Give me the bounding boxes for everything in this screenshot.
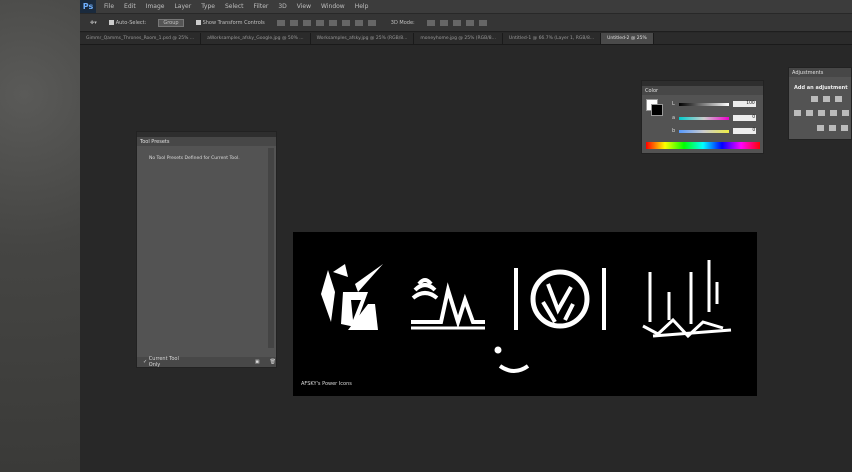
photoshop-logo: Ps <box>80 0 96 13</box>
color-spectrum[interactable] <box>646 142 760 149</box>
l-label: L <box>672 101 675 107</box>
auto-select-label: Auto-Select: <box>115 19 147 26</box>
b-label: b <box>672 128 676 134</box>
a-slider: a 0 <box>672 115 757 121</box>
menu-type[interactable]: Type <box>201 3 215 10</box>
b-value[interactable]: 0 <box>733 128 757 134</box>
doc-tab[interactable]: moneyhome.jpg @ 25% (RGB/8... <box>414 33 503 44</box>
color-panel: Color L 100 a 0 b 0 <box>641 80 764 154</box>
power-icon-2 <box>411 278 485 330</box>
group-select[interactable]: Group <box>158 18 184 27</box>
menu-help[interactable]: Help <box>355 3 369 10</box>
align-right-icon[interactable] <box>341 19 350 26</box>
brightness-icon[interactable] <box>811 96 818 102</box>
doc-tab[interactable]: Untitled-1 @ 66.7% (Layer 1, RGB/8... <box>503 33 602 44</box>
tool-presets-message: No Tool Presets Defined for Current Tool… <box>149 156 240 161</box>
menu-view[interactable]: View <box>297 3 311 10</box>
b-slider: b 0 <box>672 128 757 134</box>
a-value[interactable]: 0 <box>733 115 757 121</box>
hue-saturation-icon[interactable] <box>806 110 813 116</box>
power-icon-3 <box>514 268 606 330</box>
3d-pan-icon[interactable] <box>452 19 461 26</box>
adjustments-panel: Adjustments Add an adjustment <box>788 67 852 140</box>
tool-presets-tab[interactable]: Tool Presets <box>137 137 276 146</box>
tool-presets-panel: Tool Presets No Tool Presets Defined for… <box>136 131 277 368</box>
a-slider-bar[interactable] <box>679 116 730 120</box>
add-adjustment-label: Add an adjustment <box>794 85 848 91</box>
l-slider: L 100 <box>672 101 756 107</box>
3d-roll-icon[interactable] <box>439 19 448 26</box>
document-canvas[interactable]: AFSKY's Power Icons <box>293 232 757 396</box>
align-center-icon[interactable] <box>328 19 337 26</box>
b-slider-bar[interactable] <box>679 129 730 133</box>
auto-select-checkbox[interactable] <box>108 20 114 25</box>
menu-layer[interactable]: Layer <box>174 3 191 10</box>
color-tab[interactable]: Color <box>642 86 763 95</box>
black-white-icon[interactable] <box>830 110 837 116</box>
3d-rotate-icon[interactable] <box>426 19 435 26</box>
new-preset-icon[interactable]: ▣ <box>255 359 260 365</box>
show-transform-label: Show Transform Controls <box>202 19 265 26</box>
menu-3d[interactable]: 3D <box>278 3 286 10</box>
a-label: a <box>672 115 676 121</box>
vibrance-icon[interactable] <box>794 110 801 116</box>
3d-scale-icon[interactable] <box>478 19 487 26</box>
curves-icon[interactable] <box>835 96 842 102</box>
3d-tools <box>426 19 490 26</box>
threshold-icon[interactable] <box>829 125 836 131</box>
tool-presets-footer: ✓ Current Tool Only ▣ 🗑 <box>137 356 276 368</box>
auto-select-option: Auto-Select: <box>108 19 147 26</box>
align-top-icon[interactable] <box>276 19 285 26</box>
options-bar: ✥▾ Auto-Select: Group Show Transform Con… <box>80 14 852 32</box>
distribute-icon[interactable] <box>354 19 363 26</box>
photo-filter-icon[interactable] <box>842 110 849 116</box>
align-buttons <box>276 19 379 26</box>
doc-tab[interactable]: Worksamples_afsky.jpg @ 25% (RGB/8... <box>311 33 415 44</box>
3d-slide-icon[interactable] <box>465 19 474 26</box>
current-tool-only-label: Current Tool Only <box>148 356 179 368</box>
smile-icon <box>494 346 530 373</box>
canvas-caption: AFSKY's Power Icons <box>301 381 352 387</box>
power-icon-4 <box>642 260 732 339</box>
l-slider-bar[interactable] <box>678 102 729 106</box>
document-tabs: Gimmr_Qamms_Thrones_Room_1.psd @ 25% ...… <box>80 33 852 45</box>
menu-select[interactable]: Select <box>225 3 244 10</box>
align-bottom-icon[interactable] <box>302 19 311 26</box>
menu-window[interactable]: Window <box>321 3 345 10</box>
move-tool-icon[interactable]: ✥▾ <box>90 20 97 26</box>
menu-edit[interactable]: Edit <box>124 3 136 10</box>
l-value[interactable]: 100 <box>732 101 756 107</box>
doc-tab[interactable]: Gimmr_Qamms_Thrones_Room_1.psd @ 25% ... <box>80 33 202 44</box>
doc-tab-active[interactable]: Untitled-2 @ 25% <box>601 33 654 44</box>
gradient-map-icon[interactable] <box>841 125 848 131</box>
doc-tab[interactable]: aWorksamples_afsky_Google.jpg @ 50% ... <box>201 33 311 44</box>
align-middle-icon[interactable] <box>289 19 298 26</box>
trash-icon[interactable]: 🗑 <box>270 359 276 365</box>
adjustments-tab[interactable]: Adjustments <box>789 68 851 77</box>
power-icons-artwork <box>321 260 732 373</box>
distribute-2-icon[interactable] <box>367 19 376 26</box>
photoshop-window: Ps File Edit Image Layer Type Select Fil… <box>80 0 852 472</box>
menu-bar: Ps File Edit Image Layer Type Select Fil… <box>80 0 852 13</box>
align-left-icon[interactable] <box>315 19 324 26</box>
background-color-swatch[interactable] <box>651 104 663 116</box>
levels-icon[interactable] <box>823 96 830 102</box>
tool-presets-scrollbar[interactable] <box>268 148 274 348</box>
menu-file[interactable]: File <box>104 3 114 10</box>
show-transform-option: Show Transform Controls <box>195 19 265 26</box>
show-transform-checkbox[interactable] <box>195 20 201 25</box>
color-balance-icon[interactable] <box>818 110 825 116</box>
invert-icon[interactable] <box>817 125 824 131</box>
menu-filter[interactable]: Filter <box>254 3 269 10</box>
menu-image[interactable]: Image <box>146 3 165 10</box>
3d-mode-label: 3D Mode: <box>390 19 415 26</box>
power-icon-1 <box>321 264 383 330</box>
desktop-background <box>0 0 80 472</box>
